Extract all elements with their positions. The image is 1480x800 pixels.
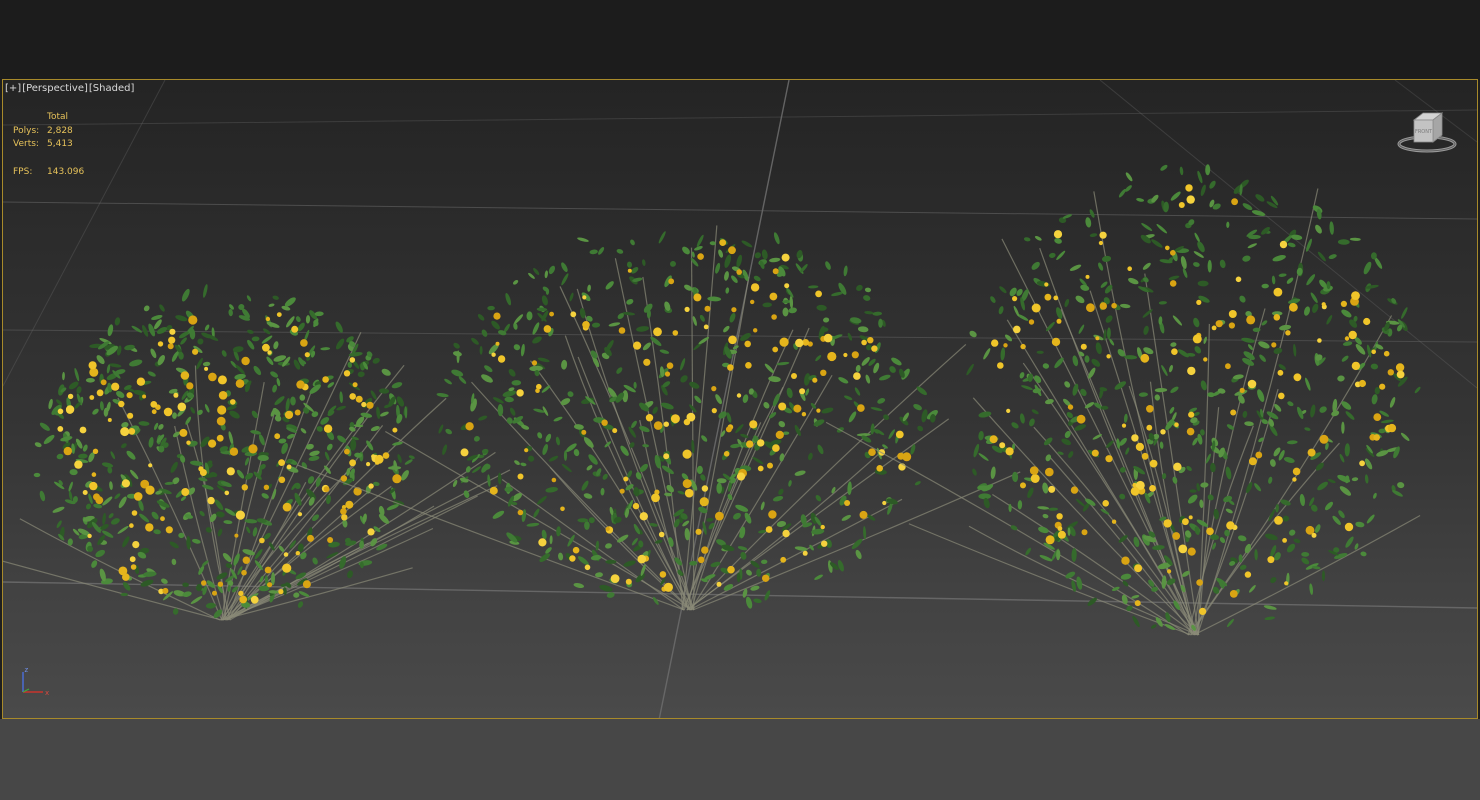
stats-fps-label: FPS: xyxy=(13,166,33,177)
viewport-general-menu[interactable]: [+] xyxy=(5,83,21,94)
bush-models xyxy=(3,164,1421,636)
viewcube-face-label: FRONT xyxy=(1415,129,1433,135)
bush-model xyxy=(825,164,1421,636)
stats-verts-value: 5,413 xyxy=(47,139,73,149)
bush-model xyxy=(3,284,511,621)
app-window: [+] [Perspective] [Shaded] Total Polys: 2… xyxy=(0,0,1480,800)
viewport-label-menu: [+] [Perspective] [Shaded] xyxy=(5,83,134,94)
grid-line xyxy=(658,80,790,718)
axis-z-label: z xyxy=(25,666,29,674)
viewport-view-menu[interactable]: [Perspective] xyxy=(22,83,88,94)
status-area xyxy=(0,719,1480,800)
toolbar-area xyxy=(0,0,1480,80)
stats-total-header: Total xyxy=(47,112,69,122)
stats-verts-label: Verts: xyxy=(13,139,39,149)
stats-polys-label: Polys: xyxy=(13,125,40,136)
axis-x-label: x xyxy=(45,689,49,697)
stats-polys-value: 2,828 xyxy=(47,125,73,136)
scene-canvas[interactable] xyxy=(3,80,1477,718)
viewport-shading-menu[interactable]: [Shaded] xyxy=(89,83,134,94)
stats-fps-value: 143.096 xyxy=(47,166,85,177)
viewcube-icon[interactable]: FRONT xyxy=(1395,108,1459,160)
grid-line xyxy=(3,109,1477,126)
perspective-viewport[interactable]: [+] [Perspective] [Shaded] Total Polys: 2… xyxy=(2,79,1478,719)
axis-tripod-icon: z x xyxy=(22,666,49,697)
statistics-overlay: Total Polys: 2,828 Verts: 5,413 FPS: 143.09… xyxy=(13,111,84,179)
